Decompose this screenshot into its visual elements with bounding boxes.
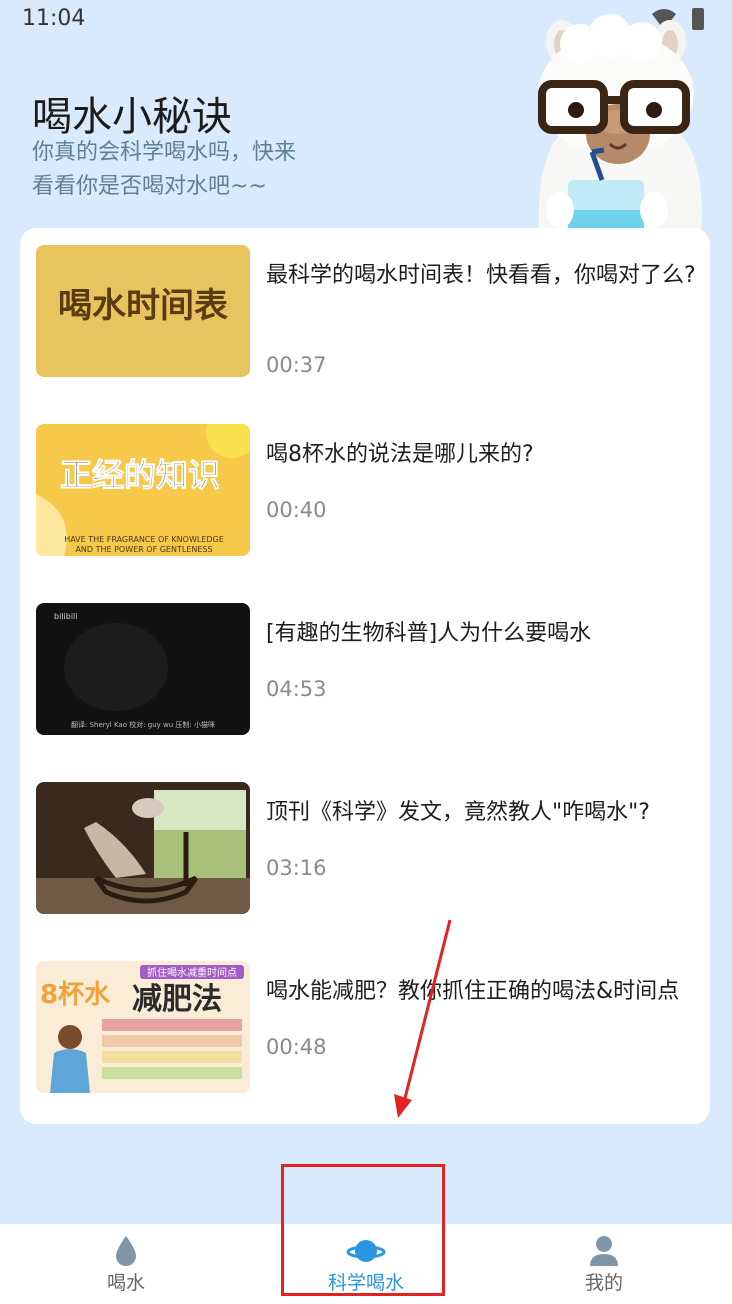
page-title: 喝水小秘诀 [32,94,232,140]
thumb-5-big1: 8杯水 [40,980,111,1010]
video-duration-2: 00:40 [266,498,327,522]
nav-label-mine: 我的 [584,1272,623,1294]
alpaca-mascot-image [538,14,702,244]
annotation-arrow [394,919,452,1118]
video-item-5[interactable]: 抓住喝水减重时间点 8杯水 减肥法 喝水能减肥？教你抓住正确的喝法&时间点 00… [36,961,696,1093]
video-thumbnail-4[interactable] [36,782,250,914]
nav-item-mine[interactable]: 我的 [524,1224,684,1304]
thumb-2-sub2: AND THE POWER OF GENTLENESS [75,545,212,554]
video-list-card: 喝水时间表 最科学的喝水时间表！快看看，你喝对了么? 00:37 正经的知识 H… [20,228,710,1124]
video-item-3[interactable]: bilibili 翻译: Sheryl Kao 校对: guy wu 压制: 小… [36,603,696,735]
nav-item-drink-water[interactable]: 喝水 [46,1224,206,1304]
video-thumbnail-1[interactable]: 喝水时间表 [36,245,250,377]
video-item-1[interactable]: 喝水时间表 最科学的喝水时间表！快看看，你喝对了么? 00:37 [36,245,696,377]
thumb-2-sub1: HAVE THE FRAGRANCE OF KNOWLEDGE [64,535,224,544]
video-duration-1: 00:37 [266,353,327,377]
thumb-5-big2: 减肥法 [132,982,222,1017]
video-duration-4: 03:16 [266,856,327,880]
video-title-5[interactable]: 喝水能减肥？教你抓住正确的喝法&时间点 [266,975,696,1009]
video-title-3[interactable]: [有趣的生物科普]人为什么要喝水 [266,617,696,651]
thumb-1-text: 喝水时间表 [58,286,228,326]
thumb-3-caption: 翻译: Sheryl Kao 校对: guy wu 压制: 小猫咪 [71,720,215,729]
video-item-4[interactable]: 顶刊《科学》发文，竟然教人"咋喝水"? 03:16 [36,782,696,914]
nav-label-drink-water: 喝水 [106,1272,145,1294]
thumb-2-text: 正经的知识 [60,456,220,494]
video-item-2[interactable]: 正经的知识 HAVE THE FRAGRANCE OF KNOWLEDGE AN… [36,424,696,556]
video-thumbnail-3[interactable]: bilibili 翻译: Sheryl Kao 校对: guy wu 压制: 小… [36,603,250,735]
subtitle-line-2: 看看你是否喝对水吧~~ [32,174,267,199]
annotation-highlight-box [281,1164,445,1296]
thumb-3-badge: bilibili [54,612,78,621]
status-time: 11:04 [22,6,86,31]
video-duration-5: 00:48 [266,1035,327,1059]
video-duration-3: 04:53 [266,677,327,701]
subtitle-line-1: 你真的会科学喝水吗，快来 [32,140,297,165]
video-thumbnail-5[interactable]: 抓住喝水减重时间点 8杯水 减肥法 [36,961,250,1093]
thumb-5-tag: 抓住喝水减重时间点 [147,966,237,979]
water-drop-icon [116,1236,136,1266]
video-title-1[interactable]: 最科学的喝水时间表！快看看，你喝对了么? [266,259,696,293]
person-icon [590,1236,618,1266]
video-title-2[interactable]: 喝8杯水的说法是哪儿来的? [266,438,696,472]
page-subtitle: 你真的会科学喝水吗，快来 看看你是否喝对水吧~~ [32,136,296,204]
video-title-4[interactable]: 顶刊《科学》发文，竟然教人"咋喝水"? [266,796,696,830]
video-thumbnail-2[interactable]: 正经的知识 HAVE THE FRAGRANCE OF KNOWLEDGE AN… [36,424,250,556]
